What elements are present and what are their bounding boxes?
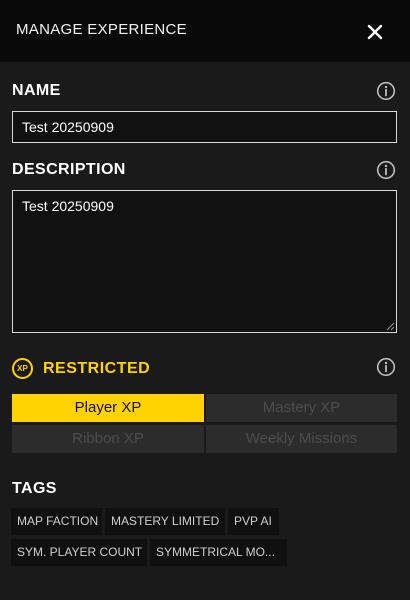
resize-grip-icon[interactable] [385, 321, 395, 331]
info-icon [376, 357, 396, 377]
description-heading: DESCRIPTION [12, 161, 126, 178]
close-icon [367, 24, 383, 40]
restricted-heading: RESTRICTED [43, 360, 151, 377]
xp-badge-icon: XP [12, 358, 33, 379]
option-mastery-xp[interactable]: Mastery XP [206, 394, 397, 422]
header-bar: MANAGE EXPERIENCE [0, 0, 410, 62]
option-player-xp[interactable]: Player XP [12, 394, 204, 422]
restricted-info-button[interactable] [376, 357, 396, 377]
name-input[interactable] [12, 111, 397, 143]
dialog-title: MANAGE EXPERIENCE [16, 21, 187, 38]
info-icon [376, 160, 396, 180]
tag-symmetrical-mode[interactable]: SYMMETRICAL MO... [150, 539, 287, 566]
option-ribbon-xp[interactable]: Ribbon XP [12, 425, 204, 453]
description-info-button[interactable] [376, 160, 396, 180]
tags-heading: TAGS [12, 480, 57, 497]
close-button[interactable] [362, 19, 388, 45]
tag-sym-player-count[interactable]: SYM. PLAYER COUNT [11, 539, 147, 566]
tag-map-faction[interactable]: MAP FACTION [11, 508, 102, 535]
tag-mastery-limited[interactable]: MASTERY LIMITED [105, 508, 225, 535]
option-weekly-missions[interactable]: Weekly Missions [206, 425, 397, 453]
name-heading: NAME [12, 82, 61, 99]
info-icon [376, 81, 396, 101]
description-textarea[interactable]: Test 20250909 [12, 190, 397, 333]
tag-pvp-ai[interactable]: PVP AI [228, 508, 279, 535]
name-info-button[interactable] [376, 81, 396, 101]
